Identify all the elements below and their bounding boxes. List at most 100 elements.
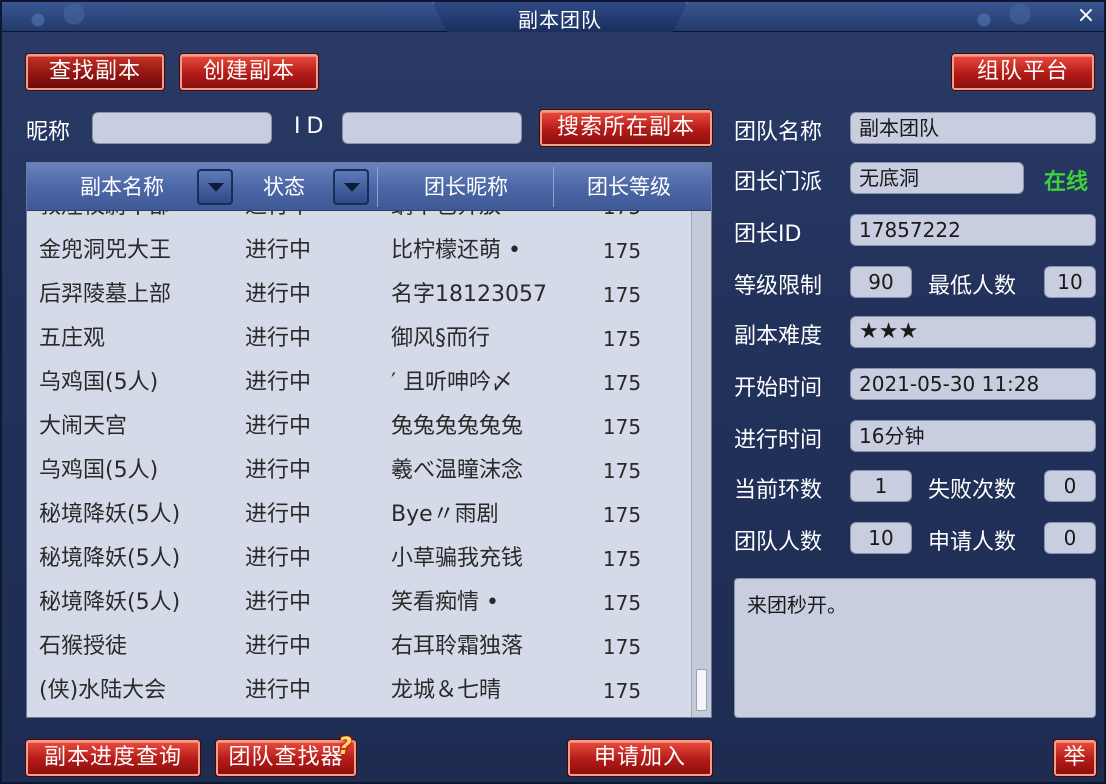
table-row[interactable]: 金兜洞兕大王 进行中 比柠檬还萌 • 175 xyxy=(27,229,693,273)
table-header: 副本名称 状态 团长昵称 团长等级 xyxy=(27,163,711,211)
cell-leader-level: 175 xyxy=(602,283,642,307)
cell-leader-nickname: 右耳聆霜独落 xyxy=(391,634,524,659)
cell-instance-name: 金兜洞兕大王 xyxy=(39,238,172,263)
team-notes: 来团秒开。 xyxy=(734,578,1096,718)
cell-leader-nickname: 御风§而行 xyxy=(391,326,491,351)
difficulty-stars: ★★★ xyxy=(850,316,1096,348)
fail-count-label: 失败次数 xyxy=(928,478,1017,503)
instance-team-window: 副本团队 × 查找副本 创建副本 组队平台 昵称 ID 搜索所在副本 副本名称 … xyxy=(0,0,1106,784)
table-row[interactable]: 大闹天宫 进行中 兔兔兔兔兔兔 175 xyxy=(27,405,693,449)
cell-instance-name: 敦煌校尉干部 xyxy=(39,211,239,229)
apply-join-button[interactable]: 申请加入 xyxy=(568,740,712,776)
cell-leader-nickname: 兔兔兔兔兔兔 xyxy=(391,414,524,439)
cell-leader-level: 175 xyxy=(602,327,642,351)
header-separator xyxy=(553,167,554,207)
team-size-value: 10 xyxy=(850,522,912,554)
table-row[interactable]: 后羿陵墓上部 进行中 名字18123057 175 xyxy=(27,273,693,317)
cell-leader-level: 175 xyxy=(602,371,642,395)
table-body: 敦煌校尉干部 进行中 蜗牛也奔放 175 金兜洞兕大王 进行中 比柠檬还萌 • … xyxy=(27,211,693,717)
cell-leader-nickname: ′ 且听呻吟〆 xyxy=(391,370,513,395)
cell-instance-name: 五庄观 xyxy=(39,326,106,351)
id-input[interactable] xyxy=(342,112,522,144)
find-instance-tab[interactable]: 查找副本 xyxy=(26,54,164,90)
table-row[interactable]: 乌鸡国(5人) 进行中 羲べ温瞳沫念 175 xyxy=(27,449,693,493)
leader-id-label: 团长ID xyxy=(734,222,802,247)
start-time-value: 2021-05-30 11:28 xyxy=(850,368,1096,400)
instance-filter-dropdown-icon[interactable] xyxy=(197,169,233,205)
current-round-label: 当前环数 xyxy=(734,478,823,503)
cell-leader-level: 175 xyxy=(602,503,642,527)
table-scrollbar[interactable] xyxy=(691,211,711,717)
min-members-label: 最低人数 xyxy=(928,274,1017,299)
cell-instance-name: 秘境降妖(5人) xyxy=(39,546,181,571)
leader-online-status: 在线 xyxy=(1044,170,1089,195)
table-row[interactable]: 秘境降妖(5人) 进行中 小草骗我充钱 175 xyxy=(27,537,693,581)
table-row[interactable]: 五庄观 进行中 御风§而行 175 xyxy=(27,317,693,361)
fail-count-value: 0 xyxy=(1044,470,1096,502)
cell-leader-level: 175 xyxy=(602,679,642,703)
cell-instance-name: 后羿陵墓上部 xyxy=(39,282,172,307)
cell-leader-level: 175 xyxy=(602,239,642,263)
column-header-leader-level: 团长等级 xyxy=(587,175,671,199)
header-separator xyxy=(377,167,378,207)
applicants-label: 申请人数 xyxy=(928,530,1017,555)
question-badge-icon: ? xyxy=(338,732,352,760)
report-button[interactable]: 举 xyxy=(1054,740,1096,776)
cell-status: 进行中 xyxy=(245,590,312,615)
cell-instance-name: 乌鸡国(5人) xyxy=(39,370,159,395)
team-finder-button[interactable]: 团队查找器 xyxy=(216,740,356,776)
cell-status: 进行中 xyxy=(245,414,312,439)
cell-instance-name: (侠)水陆大会 xyxy=(39,678,167,703)
elapsed-time-label: 进行时间 xyxy=(734,428,823,453)
table-row[interactable]: 石猴授徒 进行中 右耳聆霜独落 175 xyxy=(27,625,693,669)
current-round-value: 1 xyxy=(850,470,912,502)
table-row[interactable]: 秘境降妖(5人) 进行中 笑看痴情 • 175 xyxy=(27,581,693,625)
leader-school-label: 团长门派 xyxy=(734,170,823,195)
leader-id-value: 17857222 xyxy=(850,214,1096,246)
team-name-label: 团队名称 xyxy=(734,120,823,145)
cell-leader-level: 175 xyxy=(602,635,642,659)
status-filter-dropdown-icon[interactable] xyxy=(333,169,369,205)
column-header-status: 状态 xyxy=(263,175,305,199)
cell-leader-nickname: 羲べ温瞳沫念 xyxy=(391,458,524,483)
cell-status: 进行中 xyxy=(245,634,312,659)
cell-leader-nickname: 比柠檬还萌 • xyxy=(391,238,521,263)
table-row[interactable]: 秘境降妖(5人) 进行中 Bye〃雨剧 175 xyxy=(27,493,693,537)
cell-status: 进行中 xyxy=(245,370,312,395)
cell-leader-level: 175 xyxy=(587,211,657,229)
nickname-input[interactable] xyxy=(92,112,272,144)
cell-status: 进行中 xyxy=(245,546,312,571)
cell-leader-level: 175 xyxy=(602,591,642,615)
column-header-instance-name: 副本名称 xyxy=(80,175,164,199)
cell-instance-name: 乌鸡国(5人) xyxy=(39,458,159,483)
table-row[interactable]: (侠)水陆大会 进行中 龙城＆七晴 175 xyxy=(27,669,693,713)
cell-status: 进行中 xyxy=(245,678,312,703)
cell-instance-name: 秘境降妖(5人) xyxy=(39,502,181,527)
start-time-label: 开始时间 xyxy=(734,376,823,401)
id-label: ID xyxy=(294,114,330,139)
elapsed-time-value: 16分钟 xyxy=(850,420,1096,452)
cloud-decoration-right xyxy=(948,2,1068,32)
cell-status: 进行中 xyxy=(245,282,312,307)
team-name-value: 副本团队 xyxy=(850,112,1096,144)
cell-leader-level: 175 xyxy=(602,547,642,571)
cell-status: 进行中 xyxy=(245,458,312,483)
close-icon[interactable]: × xyxy=(1074,4,1098,28)
team-platform-button[interactable]: 组队平台 xyxy=(952,54,1094,90)
progress-query-button[interactable]: 副本进度查询 xyxy=(26,740,200,776)
table-row[interactable]: 乌鸡国(5人) 进行中 ′ 且听呻吟〆 175 xyxy=(27,361,693,405)
window-title: 副本团队 xyxy=(518,8,602,32)
create-instance-tab[interactable]: 创建副本 xyxy=(180,54,318,90)
level-limit-label: 等级限制 xyxy=(734,274,823,299)
table-row[interactable]: 敦煌校尉干部 进行中 蜗牛也奔放 175 xyxy=(27,211,693,229)
cell-leader-level: 175 xyxy=(602,459,642,483)
cell-leader-nickname: 小草骗我充钱 xyxy=(391,546,524,571)
cell-leader-nickname: 龙城＆七晴 xyxy=(391,678,502,703)
nickname-label: 昵称 xyxy=(26,120,71,145)
cell-leader-nickname: 笑看痴情 • xyxy=(391,590,499,615)
scrollbar-thumb[interactable] xyxy=(696,669,707,711)
cell-status: 进行中 xyxy=(245,211,355,229)
min-members-value: 10 xyxy=(1044,266,1096,298)
search-instance-button[interactable]: 搜索所在副本 xyxy=(540,110,712,146)
difficulty-label: 副本难度 xyxy=(734,324,823,349)
